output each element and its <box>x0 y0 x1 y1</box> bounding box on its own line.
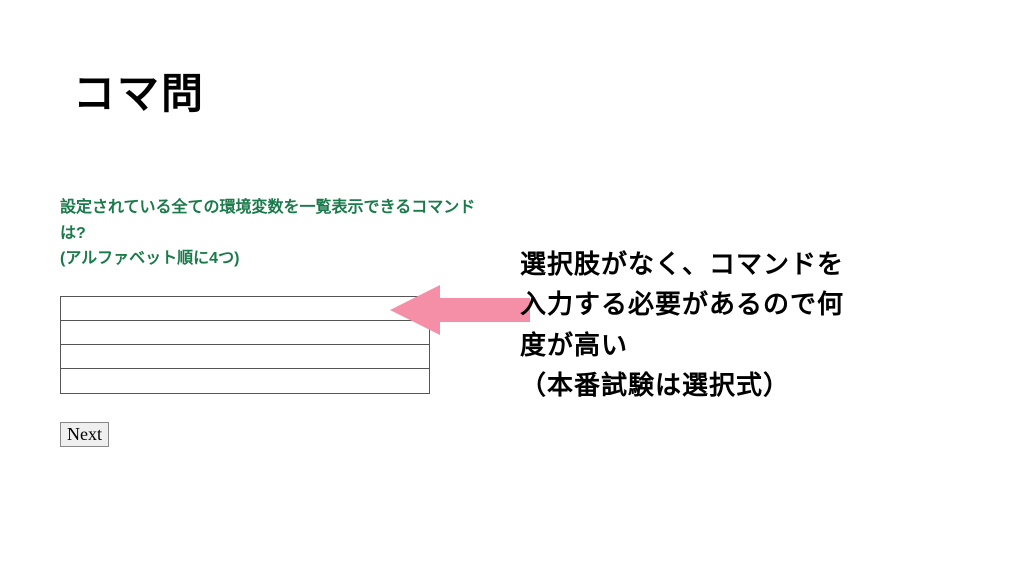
question-line-1: 設定されている全ての環境変数を一覧表示できるコマンドは? <box>60 199 475 242</box>
next-button[interactable]: Next <box>60 422 109 447</box>
answer-row <box>61 345 429 369</box>
annotation-text: 選択肢がなく、コマンドを 入力する必要があるので何 度が高い （本番試験は選択式… <box>520 244 980 405</box>
annotation-line-1: 選択肢がなく、コマンドを <box>520 249 844 279</box>
annotation-line-2: 入力する必要があるので何 <box>520 289 844 319</box>
annotation-line-3: 度が高い <box>520 330 628 360</box>
annotation-line-4: （本番試験は選択式） <box>520 370 790 400</box>
answer-input-3[interactable] <box>61 345 429 368</box>
answer-input-1[interactable] <box>61 297 429 320</box>
answer-row <box>61 321 429 345</box>
answer-input-stack <box>60 296 430 394</box>
question-line-2: (アルファベット順に4つ) <box>60 250 239 267</box>
answer-input-2[interactable] <box>61 321 429 344</box>
answer-row <box>61 369 429 393</box>
slide-title: コマ問 <box>73 60 205 121</box>
answer-row <box>61 297 429 321</box>
question-text: 設定されている全ての環境変数を一覧表示できるコマンドは? (アルファベット順に4… <box>60 195 480 272</box>
quiz-container: 設定されている全ての環境変数を一覧表示できるコマンドは? (アルファベット順に4… <box>60 195 480 447</box>
answer-input-4[interactable] <box>61 369 429 393</box>
